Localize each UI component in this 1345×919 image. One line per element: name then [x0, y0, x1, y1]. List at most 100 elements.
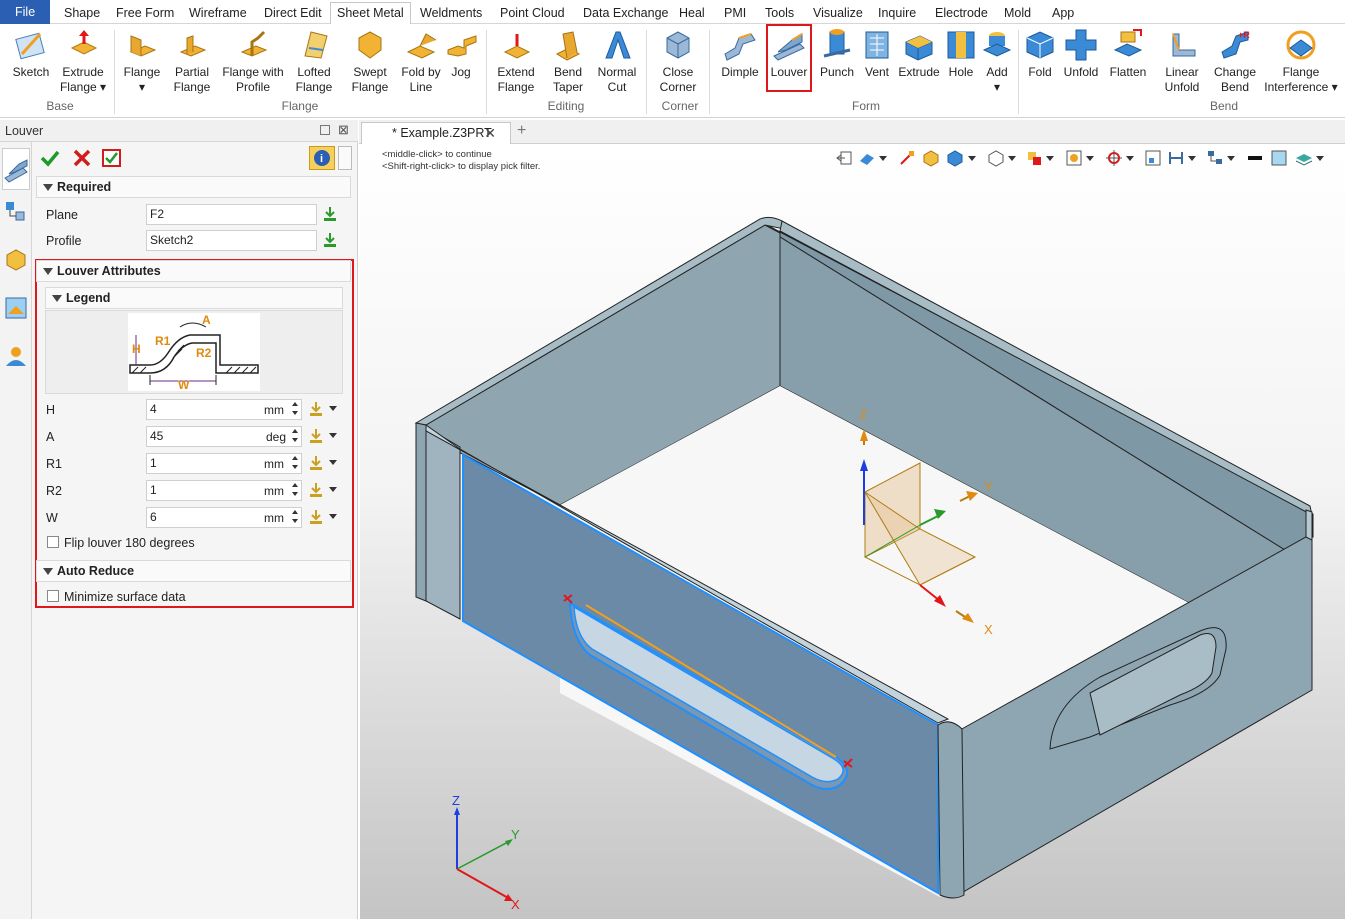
tab-sheet-metal[interactable]: Sheet Metal	[330, 2, 411, 25]
tab-inquire[interactable]: Inquire	[872, 3, 922, 24]
close-corner-icon	[661, 28, 695, 62]
datum-y-label: Y	[984, 479, 993, 494]
jog-icon	[446, 28, 480, 62]
a-pick-icon[interactable]	[308, 428, 324, 444]
tab-close-icon[interactable]: ✕	[484, 123, 496, 144]
minimize-surface-checkbox[interactable]	[47, 590, 59, 602]
tab-heal[interactable]: Heal	[673, 3, 711, 24]
tab-pmi[interactable]: PMI	[718, 3, 752, 24]
flatten-button[interactable]: Flatten	[1106, 26, 1150, 80]
svg-text:+R: +R	[1238, 30, 1250, 40]
jog-button[interactable]: Jog	[446, 26, 477, 80]
a-spinner[interactable]	[291, 428, 299, 444]
user-icon[interactable]	[4, 344, 28, 368]
info-button[interactable]: i	[309, 146, 335, 170]
profile-field[interactable]: Sketch2	[146, 230, 317, 251]
r2-dropdown[interactable]	[329, 487, 338, 493]
h-spinner[interactable]	[291, 401, 299, 417]
triad-z-label: Z	[452, 793, 460, 808]
part-icon[interactable]	[4, 248, 28, 272]
apply-button[interactable]	[100, 146, 124, 170]
lofted-flange-button[interactable]: Lofted Flange	[292, 26, 336, 95]
add-button[interactable]: Add ▾	[980, 26, 1014, 95]
hole-button[interactable]: Hole	[944, 26, 978, 80]
legend-letter-r2: R2	[196, 346, 212, 360]
louver-attributes-header[interactable]: Louver Attributes	[36, 260, 351, 282]
flange-button[interactable]: Flange ▾	[120, 26, 164, 95]
louver-button[interactable]: Louver	[766, 24, 812, 92]
auto-reduce-header[interactable]: Auto Reduce	[36, 560, 351, 582]
cancel-button[interactable]	[70, 146, 94, 170]
fold-button[interactable]: Fold	[1022, 26, 1058, 80]
tab-data-exchange[interactable]: Data Exchange	[577, 3, 674, 24]
partial-flange-button[interactable]: Partial Flange	[170, 26, 214, 95]
flange-with-profile-button[interactable]: Flange with Profile	[220, 26, 286, 95]
punch-icon	[820, 28, 854, 62]
tab-mold[interactable]: Mold	[998, 3, 1037, 24]
swept-flange-button[interactable]: Swept Flange	[346, 26, 394, 95]
normal-cut-button[interactable]: Normal Cut	[594, 26, 640, 95]
required-section-header[interactable]: Required	[36, 176, 351, 198]
h-dropdown[interactable]	[329, 406, 338, 412]
tab-electrode[interactable]: Electrode	[929, 3, 994, 24]
bend-taper-icon	[551, 28, 585, 62]
group-label-editing: Editing	[547, 99, 585, 113]
r2-pick-icon[interactable]	[308, 482, 324, 498]
flip-louver-checkbox[interactable]	[47, 536, 59, 548]
assembly-tree-icon[interactable]	[4, 200, 28, 224]
document-tab[interactable]: * Example.Z3PRT ✕	[361, 122, 511, 144]
h-pick-icon[interactable]	[308, 401, 324, 417]
w-dropdown[interactable]	[329, 514, 338, 520]
extend-flange-button[interactable]: Extend Flange	[492, 26, 540, 95]
change-bend-button[interactable]: +R Change Bend	[1210, 26, 1260, 95]
r1-pick-icon[interactable]	[308, 455, 324, 471]
sketch-button[interactable]: Sketch	[8, 26, 54, 80]
tab-free-form[interactable]: Free Form	[110, 3, 180, 24]
extrude-flange-button[interactable]: Extrude Flange ▾	[58, 26, 108, 95]
flange-interference-button[interactable]: Flange Interference ▾	[1262, 26, 1340, 95]
vent-button[interactable]: Vent	[860, 26, 894, 80]
r1-dropdown[interactable]	[329, 460, 338, 466]
triad-y-label: Y	[511, 827, 520, 842]
w-spinner[interactable]	[291, 509, 299, 525]
view-manager-icon[interactable]	[4, 296, 28, 320]
tab-point-cloud[interactable]: Point Cloud	[494, 3, 571, 24]
plane-pick-icon[interactable]	[322, 206, 338, 222]
w-pick-icon[interactable]	[308, 509, 324, 525]
bend-taper-button[interactable]: Bend Taper	[546, 26, 590, 95]
tab-direct-edit[interactable]: Direct Edit	[258, 3, 328, 24]
panel-close-icon[interactable]: ⊠	[338, 122, 349, 138]
sheet-metal-part	[414, 216, 1314, 901]
3d-viewport[interactable]: <middle-click> to continue <Shift-right-…	[360, 145, 1345, 919]
legend-header[interactable]: Legend	[45, 287, 343, 309]
close-corner-button[interactable]: Close Corner	[654, 26, 702, 95]
extrude-icon	[902, 28, 936, 62]
tab-tools[interactable]: Tools	[759, 3, 800, 24]
tab-app[interactable]: App	[1046, 3, 1080, 24]
r2-spinner[interactable]	[291, 482, 299, 498]
document-tab-title: * Example.Z3PRT	[392, 126, 492, 140]
dimple-button[interactable]: Dimple	[716, 26, 764, 80]
change-bend-icon: +R	[1218, 28, 1252, 62]
tab-visualize[interactable]: Visualize	[807, 3, 869, 24]
extrude-button[interactable]: Extrude	[896, 26, 942, 80]
fold-by-line-button[interactable]: Fold by Line	[398, 26, 444, 95]
unfold-button[interactable]: Unfold	[1060, 26, 1102, 80]
apply-icon	[102, 149, 121, 167]
tab-file[interactable]: File	[0, 0, 51, 24]
tab-wireframe[interactable]: Wireframe	[183, 3, 253, 24]
tab-shape[interactable]: Shape	[58, 3, 106, 24]
plane-field[interactable]: F2	[146, 204, 317, 225]
tab-weldments[interactable]: Weldments	[414, 3, 488, 24]
side-tab-louver[interactable]	[2, 148, 30, 190]
profile-pick-icon[interactable]	[322, 232, 338, 248]
a-dropdown[interactable]	[329, 433, 338, 439]
panel-float-icon[interactable]	[320, 125, 330, 135]
new-tab-icon[interactable]: +	[517, 122, 526, 140]
punch-button[interactable]: Punch	[816, 26, 858, 80]
ok-button[interactable]	[38, 146, 62, 170]
panel-expand-button[interactable]	[338, 146, 352, 170]
r1-spinner[interactable]	[291, 455, 299, 471]
close-icon	[73, 149, 91, 167]
linear-unfold-button[interactable]: Linear Unfold	[1158, 26, 1206, 95]
